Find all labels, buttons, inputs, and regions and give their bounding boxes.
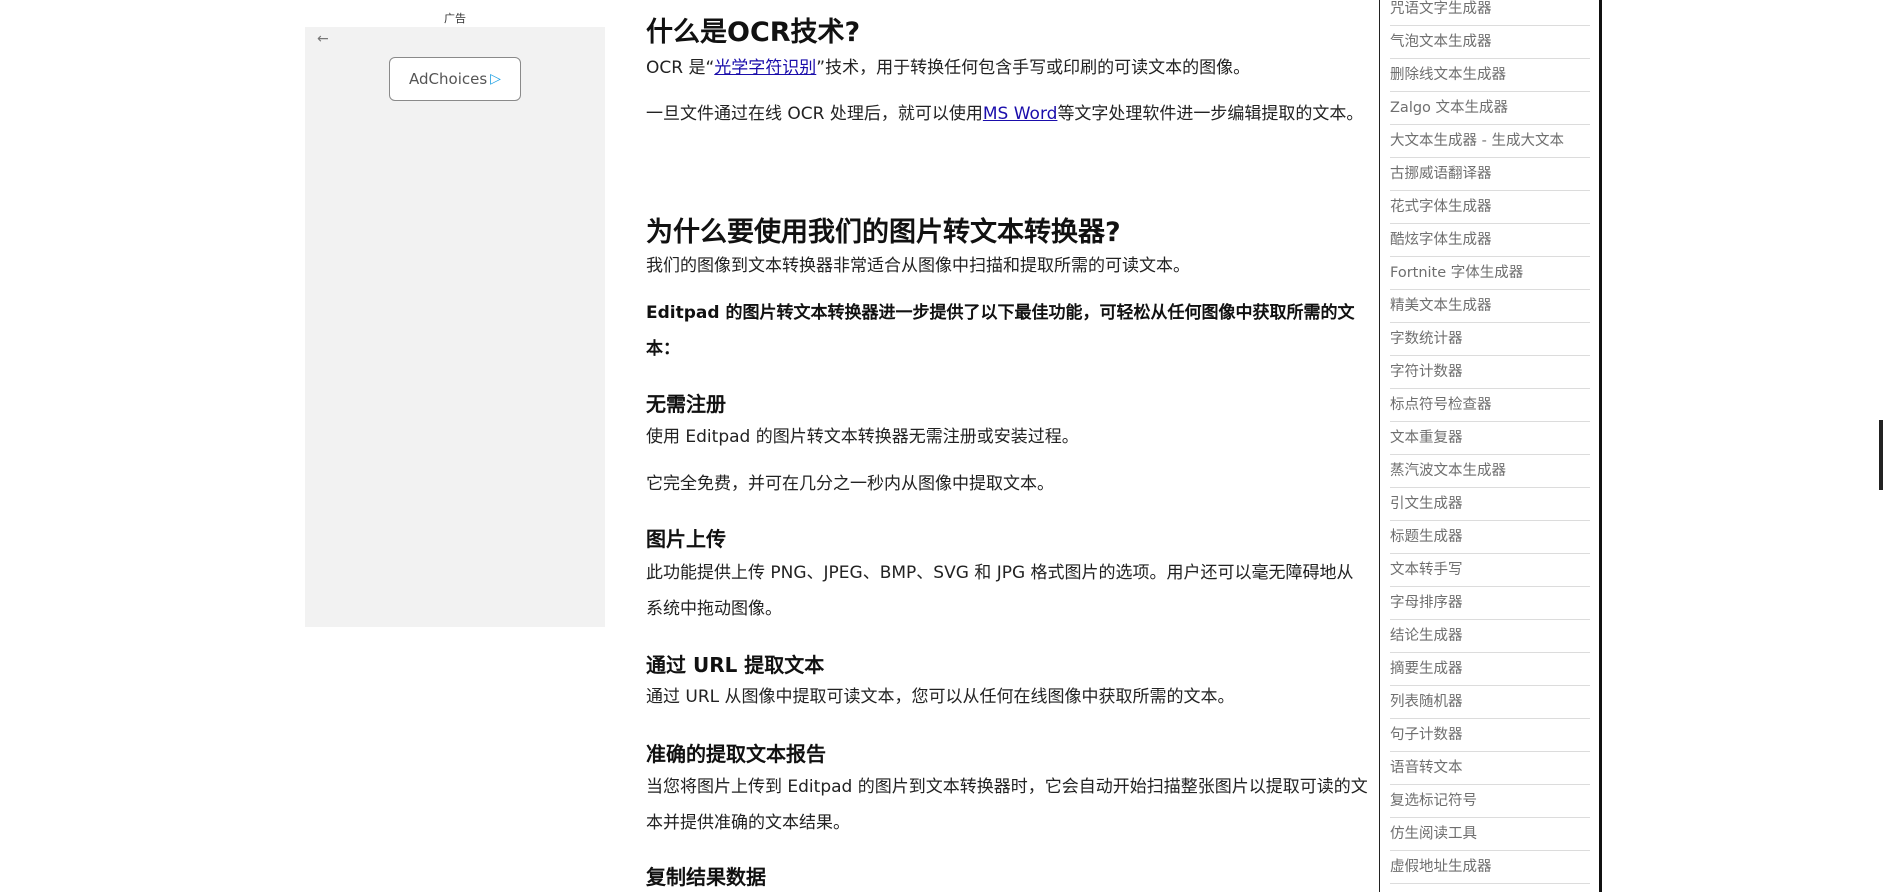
sidebar-item[interactable]: 文本转手写 (1390, 554, 1590, 587)
sidebar-item[interactable]: 摘要生成器 (1390, 653, 1590, 686)
sidebar-item[interactable]: 结论生成器 (1390, 620, 1590, 653)
adchoices-icon: ▷ (490, 71, 501, 87)
link-ms-word[interactable]: MS Word (983, 104, 1058, 124)
sidebar-item[interactable]: 精美文本生成器 (1390, 290, 1590, 323)
paragraph-ocr-editing: 一旦文件通过在线 OCR 处理后，就可以使用MS Word等文字处理软件进一步编… (646, 104, 1364, 124)
paragraph-ocr-definition: OCR 是“光学字符识别”技术，用于转换任何包含手写或印刷的可读文本的图像。 (646, 58, 1251, 78)
heading-image-upload: 图片上传 (646, 527, 726, 551)
sidebar-item[interactable]: 复选标记符号 (1390, 785, 1590, 818)
sidebar-item[interactable]: 虚假地址生成器 (1390, 851, 1590, 884)
sidebar-item[interactable]: 语音转文本 (1390, 752, 1590, 785)
edge-scroll-tab[interactable] (1879, 420, 1883, 490)
sidebar-list: 咒语文字生成器 气泡文本生成器 删除线文本生成器 Zalgo 文本生成器 大文本生成器 … (1390, 0, 1590, 884)
link-optical-character-recognition[interactable]: 光学字符识别 (714, 58, 816, 78)
sidebar-item[interactable]: 标题生成器 (1390, 521, 1590, 554)
sidebar-item[interactable]: 蒸汽波文本生成器 (1390, 455, 1590, 488)
paragraph-accurate-report: 当您将图片上传到 Editpad 的图片到文本转换器时，它会自动开始扫描整张图片… (646, 777, 1368, 833)
sidebar-item[interactable]: 引文生成器 (1390, 488, 1590, 521)
sidebar-item[interactable]: 列表随机器 (1390, 686, 1590, 719)
page: 广告 ← AdChoices ▷ 什么是OCR技术? OCR 是“光学字符识别”… (0, 0, 1883, 892)
sidebar-item[interactable]: 仿生阅读工具 (1390, 818, 1590, 851)
sidebar-item[interactable]: 字母排序器 (1390, 587, 1590, 620)
sidebar-tools: 咒语文字生成器 气泡文本生成器 删除线文本生成器 Zalgo 文本生成器 大文本生成器 … (1379, 0, 1602, 892)
sidebar-item[interactable]: 字数统计器 (1390, 323, 1590, 356)
sidebar-item[interactable]: 气泡文本生成器 (1390, 26, 1590, 59)
sidebar-item[interactable]: Zalgo 文本生成器 (1390, 92, 1590, 125)
sidebar-item[interactable]: 花式字体生成器 (1390, 191, 1590, 224)
sidebar-item[interactable]: 大文本生成器 - 生成大文本 (1390, 125, 1590, 158)
ad-label: 广告 (444, 12, 466, 25)
paragraph-why-1: 我们的图像到文本转换器非常适合从图像中扫描和提取所需的可读文本。 (646, 256, 1190, 276)
sidebar-item[interactable]: 咒语文字生成器 (1390, 0, 1590, 26)
heading-extract-by-url: 通过 URL 提取文本 (646, 653, 825, 677)
back-arrow-icon[interactable]: ← (317, 31, 329, 47)
sidebar-item[interactable]: Fortnite 字体生成器 (1390, 257, 1590, 290)
sidebar-item[interactable]: 字符计数器 (1390, 356, 1590, 389)
heading-copy-result: 复制结果数据 (646, 865, 766, 889)
heading-accurate-report: 准确的提取文本报告 (646, 742, 826, 766)
heading-what-is-ocr: 什么是OCR技术? (646, 17, 861, 48)
paragraph-image-upload: 此功能提供上传 PNG、JPEG、BMP、SVG 和 JPG 格式图片的选项。用… (646, 563, 1354, 619)
sidebar-item[interactable]: 古挪威语翻译器 (1390, 158, 1590, 191)
heading-no-registration: 无需注册 (646, 392, 726, 416)
adchoices-button[interactable]: AdChoices ▷ (389, 57, 521, 101)
paragraph-no-registration-1: 使用 Editpad 的图片转文本转换器无需注册或安装过程。 (646, 427, 1079, 447)
paragraph-no-registration-2: 它完全免费，并可在几分之一秒内从图像中提取文本。 (646, 474, 1054, 494)
sidebar-item[interactable]: 酷炫字体生成器 (1390, 224, 1590, 257)
ad-container: ← AdChoices ▷ (305, 27, 605, 627)
heading-why-use: 为什么要使用我们的图片转文本转换器? (646, 217, 1121, 248)
sidebar-item[interactable]: 句子计数器 (1390, 719, 1590, 752)
adchoices-label: AdChoices (409, 70, 488, 88)
sidebar-item[interactable]: 标点符号检查器 (1390, 389, 1590, 422)
paragraph-extract-by-url: 通过 URL 从图像中提取可读文本，您可以从任何在线图像中获取所需的文本。 (646, 687, 1235, 707)
sidebar-item[interactable]: 删除线文本生成器 (1390, 59, 1590, 92)
sidebar-item[interactable]: 文本重复器 (1390, 422, 1590, 455)
paragraph-why-2: Editpad 的图片转文本转换器进一步提供了以下最佳功能，可轻松从任何图像中获… (646, 303, 1355, 359)
